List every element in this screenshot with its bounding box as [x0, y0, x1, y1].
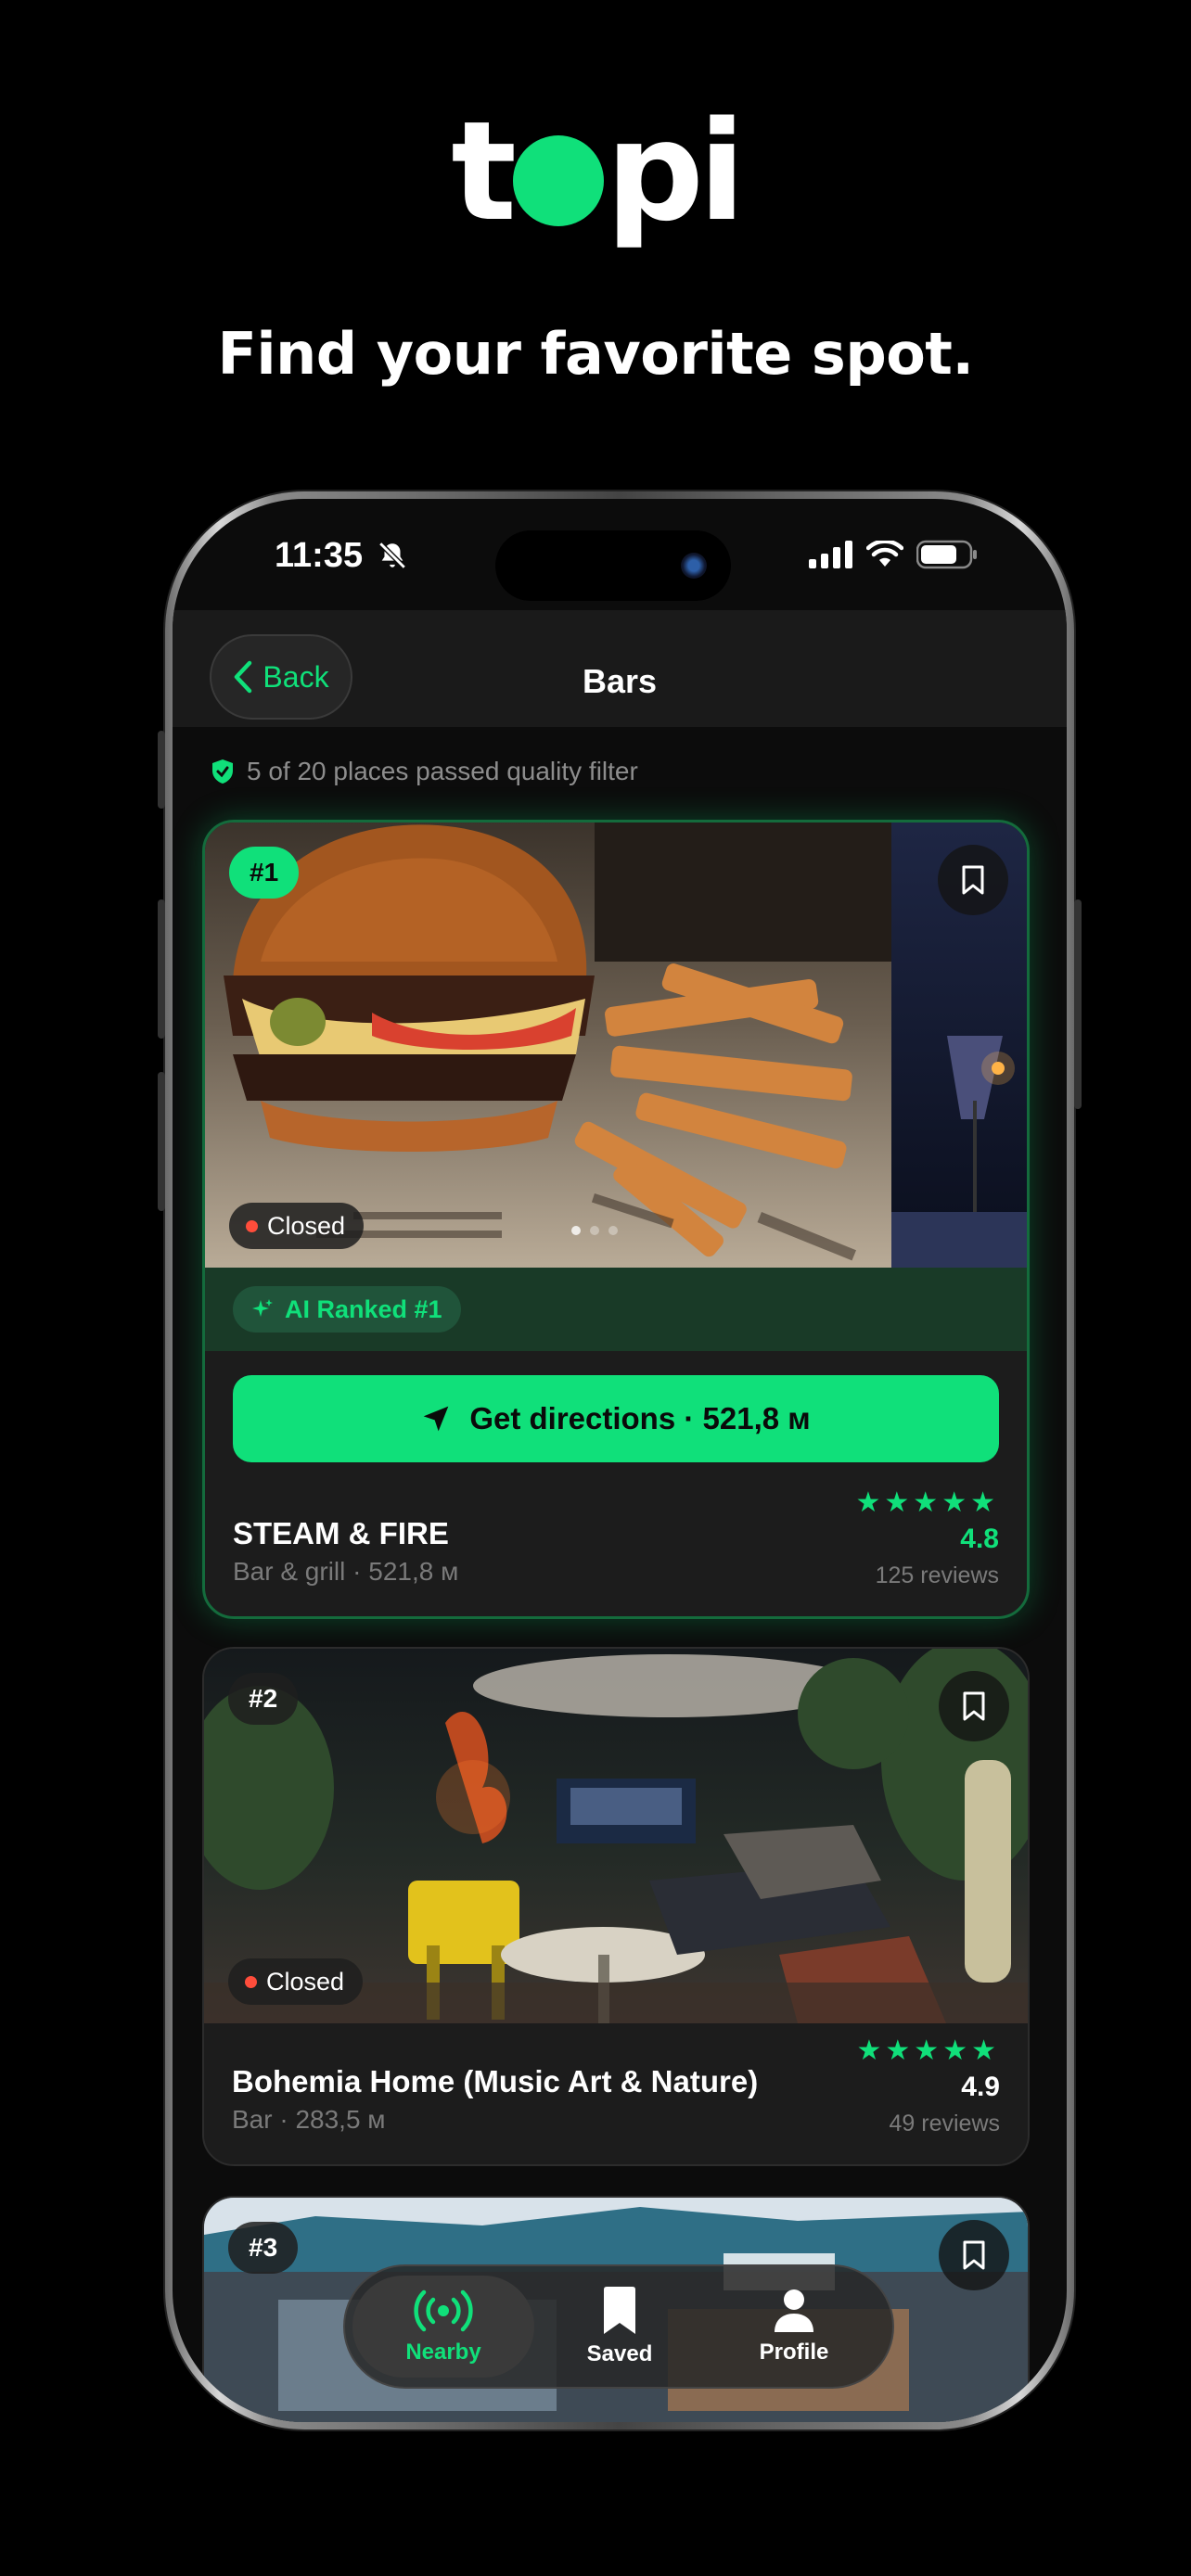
logo-letters-pi: pi — [606, 92, 746, 251]
side-button — [1074, 899, 1082, 1109]
app-logo: t pi — [0, 93, 1191, 250]
rating-box: ★★★★★ 4.9 49 reviews — [857, 2036, 1000, 2137]
closed-dot-icon — [245, 1975, 257, 1988]
place-name: STEAM & FIRE — [233, 1516, 449, 1550]
broadcast-icon — [414, 2289, 473, 2332]
status-icons — [809, 540, 978, 569]
wifi-icon — [866, 541, 903, 567]
dynamic-island — [495, 530, 731, 601]
tab-label: Nearby — [405, 2340, 481, 2365]
burger-fries-photo — [205, 823, 1027, 1268]
tab-nearby[interactable]: Nearby — [352, 2276, 534, 2378]
directions-label: Get directions · 521,8 м — [469, 1401, 811, 1435]
battery-icon — [916, 540, 977, 569]
quality-filter-note: 5 of 20 places passed quality filter — [211, 757, 638, 786]
bookmark-outline-icon — [962, 865, 984, 895]
bell-slash-icon — [378, 542, 406, 569]
volume-down-button — [158, 1072, 165, 1211]
clock: 11:35 — [275, 536, 364, 575]
ai-ranked-label: AI Ranked #1 — [285, 1294, 442, 1323]
nav-bar: Back Bars — [173, 610, 1067, 727]
rating-score: 4.8 — [960, 1524, 999, 1554]
star-rating-icon: ★★★★★ — [856, 2035, 1000, 2066]
logo-green-dot — [513, 135, 605, 226]
bookmark-icon — [604, 2287, 635, 2334]
star-rating-icon: ★★★★★ — [855, 1487, 999, 1518]
open-status-badge: Closed — [229, 1203, 365, 1249]
person-icon — [775, 2289, 813, 2332]
tagline: Find your favorite spot. — [217, 320, 974, 388]
place-category-distance: Bar · 283,5 м — [232, 2105, 386, 2134]
shield-check-icon — [212, 759, 233, 784]
place-card-1[interactable]: #1 Closed AI Ranked #1 Get directions · … — [202, 820, 1030, 1619]
tab-label: Saved — [586, 2341, 653, 2366]
tab-label: Profile — [759, 2340, 829, 2365]
status-time: 11:35 — [275, 536, 408, 576]
rank-badge: #2 — [228, 1673, 299, 1725]
ai-ranked-badge: AI Ranked #1 — [233, 1286, 461, 1333]
volume-up-button — [158, 899, 165, 1039]
rating-score: 4.9 — [961, 2072, 1000, 2102]
action-button — [158, 731, 165, 809]
ai-rank-strip: AI Ranked #1 — [205, 1268, 1027, 1351]
filter-note-text: 5 of 20 places passed quality filter — [247, 757, 638, 785]
page-title: Bars — [582, 662, 658, 700]
status-label: Closed — [266, 1967, 345, 1996]
review-count: 49 reviews — [889, 2111, 1001, 2136]
get-directions-button[interactable]: Get directions · 521,8 м — [233, 1375, 999, 1462]
sparkle-icon — [252, 1299, 273, 1317]
phone-screen: 11:35 Back Bars 5 of 20 places passed qu… — [173, 499, 1067, 2422]
bookmark-outline-icon — [963, 1691, 985, 1721]
open-status-badge: Closed — [228, 1958, 364, 2005]
tab-saved[interactable]: Saved — [529, 2276, 711, 2378]
bookmark-outline-icon — [963, 2240, 985, 2270]
camera-lens — [681, 553, 707, 579]
place-category-distance: Bar & grill · 521,8 м — [233, 1557, 459, 1586]
rank-badge: #1 — [229, 847, 300, 899]
logo-letter-t: t — [451, 92, 517, 251]
review-count: 125 reviews — [875, 1562, 999, 1588]
bottom-tab-bar: Nearby Saved Profile — [343, 2264, 894, 2389]
place-name: Bohemia Home (Music Art & Nature) — [232, 2064, 759, 2098]
rating-box: ★★★★★ 4.8 125 reviews — [856, 1488, 999, 1589]
bookmark-button[interactable] — [938, 845, 1008, 915]
bookmark-button[interactable] — [939, 2220, 1009, 2290]
status-label: Closed — [267, 1211, 346, 1240]
place-photo-carousel[interactable] — [205, 823, 1027, 1268]
place-card-2[interactable]: #2 Closed Bohemia Home (Music Art & Natu… — [202, 1647, 1030, 2166]
closed-dot-icon — [246, 1219, 258, 1232]
signal-icon — [809, 541, 852, 568]
tab-profile[interactable]: Profile — [703, 2276, 885, 2378]
navigation-arrow-icon — [423, 1406, 449, 1432]
rank-badge: #3 — [228, 2222, 299, 2274]
bookmark-button[interactable] — [939, 1671, 1009, 1741]
